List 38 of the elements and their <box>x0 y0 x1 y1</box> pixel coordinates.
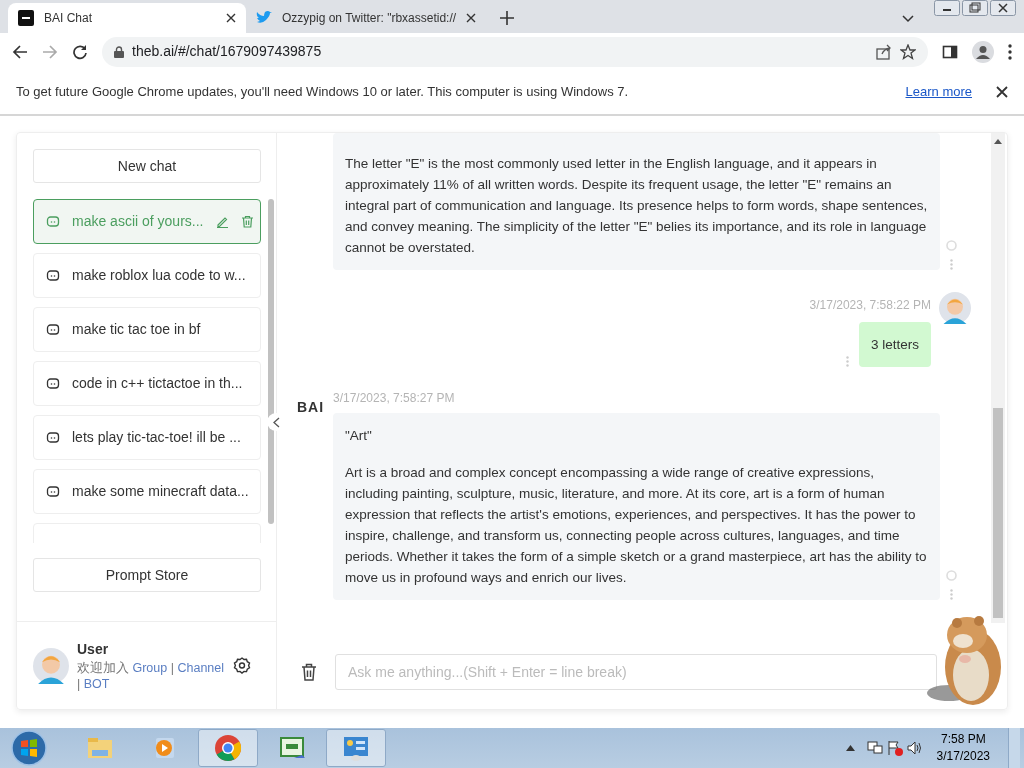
message-text: 3 letters <box>870 336 919 354</box>
community-link[interactable]: BOT <box>83 677 110 691</box>
message-text: "Art" <box>345 427 373 445</box>
chat-item[interactable]: make roblox lua code to w... <box>33 253 261 298</box>
new-chat-button[interactable]: New chat <box>33 149 261 183</box>
chat-title: lets play tic-tac-toe! ill be ... <box>72 428 242 447</box>
chat-item[interactable]: make some minecraft data... <box>33 469 261 514</box>
message-timestamp: 3/17/2023, 7:58:22 PM <box>809 297 931 314</box>
chat-title: make roblox lua code to w... <box>72 266 247 285</box>
clock-date[interactable]: 3/17/2023 <box>936 748 990 765</box>
address-bar[interactable]: theb.ai/#/chat/1679097439875 <box>102 36 928 67</box>
chat-title: make ascii of yours... <box>72 212 204 231</box>
chat-title: make tic tac toe in bf <box>72 320 202 339</box>
tab-title: BAI Chat <box>44 10 94 27</box>
community-link[interactable]: Channel <box>177 661 225 675</box>
clock-time[interactable]: 7:58 PM <box>936 731 990 748</box>
community-link[interactable]: Group <box>132 661 168 675</box>
message-timestamp: 3/17/2023, 7:58:27 PM <box>333 390 456 407</box>
chat-title: code in c++ tictactoe in th... <box>72 374 244 393</box>
url-text: theb.ai/#/chat/1679097439875 <box>132 42 323 61</box>
message-input[interactable]: Ask me anything...(Shift + Enter = line break) <box>335 653 937 690</box>
infobar-message: To get future Google Chrome updates, you'll need Windows 10 or later. This computer is using Windows 7. <box>16 83 630 102</box>
chat-item[interactable]: code in c++ tictactoe in th... <box>33 361 261 406</box>
browser-tab[interactable]: Ozzypig on Twitter: "rbxassetid:// <box>246 3 487 33</box>
message-text: Art is a broad and complex concept encompassing a wide range of creative expressions, including painting, sculpture, music, literature, and more. At its core, art is a form of human expression that reflects the artist's emotions, experiences, and perspectives. It has the power to inspire, challenge, and transform us, connecting people across cultures, languages, and time periods. Whether it takes the form of a simple sketch or a grand masterpiece, art has the ability to move us in profound ways and enrich our lives. <box>345 464 928 587</box>
prompt-store-button[interactable]: Prompt Store <box>33 558 261 592</box>
separator: | <box>77 677 81 691</box>
browser-tab[interactable]: BAI Chat <box>8 3 246 33</box>
tab-title: Ozzypig on Twitter: "rbxassetid:// <box>282 10 457 27</box>
user-name: User <box>77 640 110 659</box>
welcome-text: 欢迎加入 Group | Channel | BOT <box>77 660 225 692</box>
separator: | <box>170 661 174 675</box>
message-text: The letter "E" is the most commonly used letter in the English language, and it appears in approximately 11% of all written words. Despite its frequent usage, the letter "E" remains an integral part of communication and language. Its presence helps to form words, shape sentences, and convey meaning. The simplicity of the letter "E" belies its importance, and its role in language cannot be overstated. <box>345 155 928 257</box>
learn-more-link[interactable]: Learn more <box>905 82 972 102</box>
chat-item[interactable]: lets play tic-tac-toe! ill be ... <box>33 415 261 460</box>
chat-title: make some minecraft data... <box>72 482 249 501</box>
bot-logo: BAI <box>297 399 325 415</box>
chat-item[interactable]: make tic tac toe in bf <box>33 307 261 352</box>
